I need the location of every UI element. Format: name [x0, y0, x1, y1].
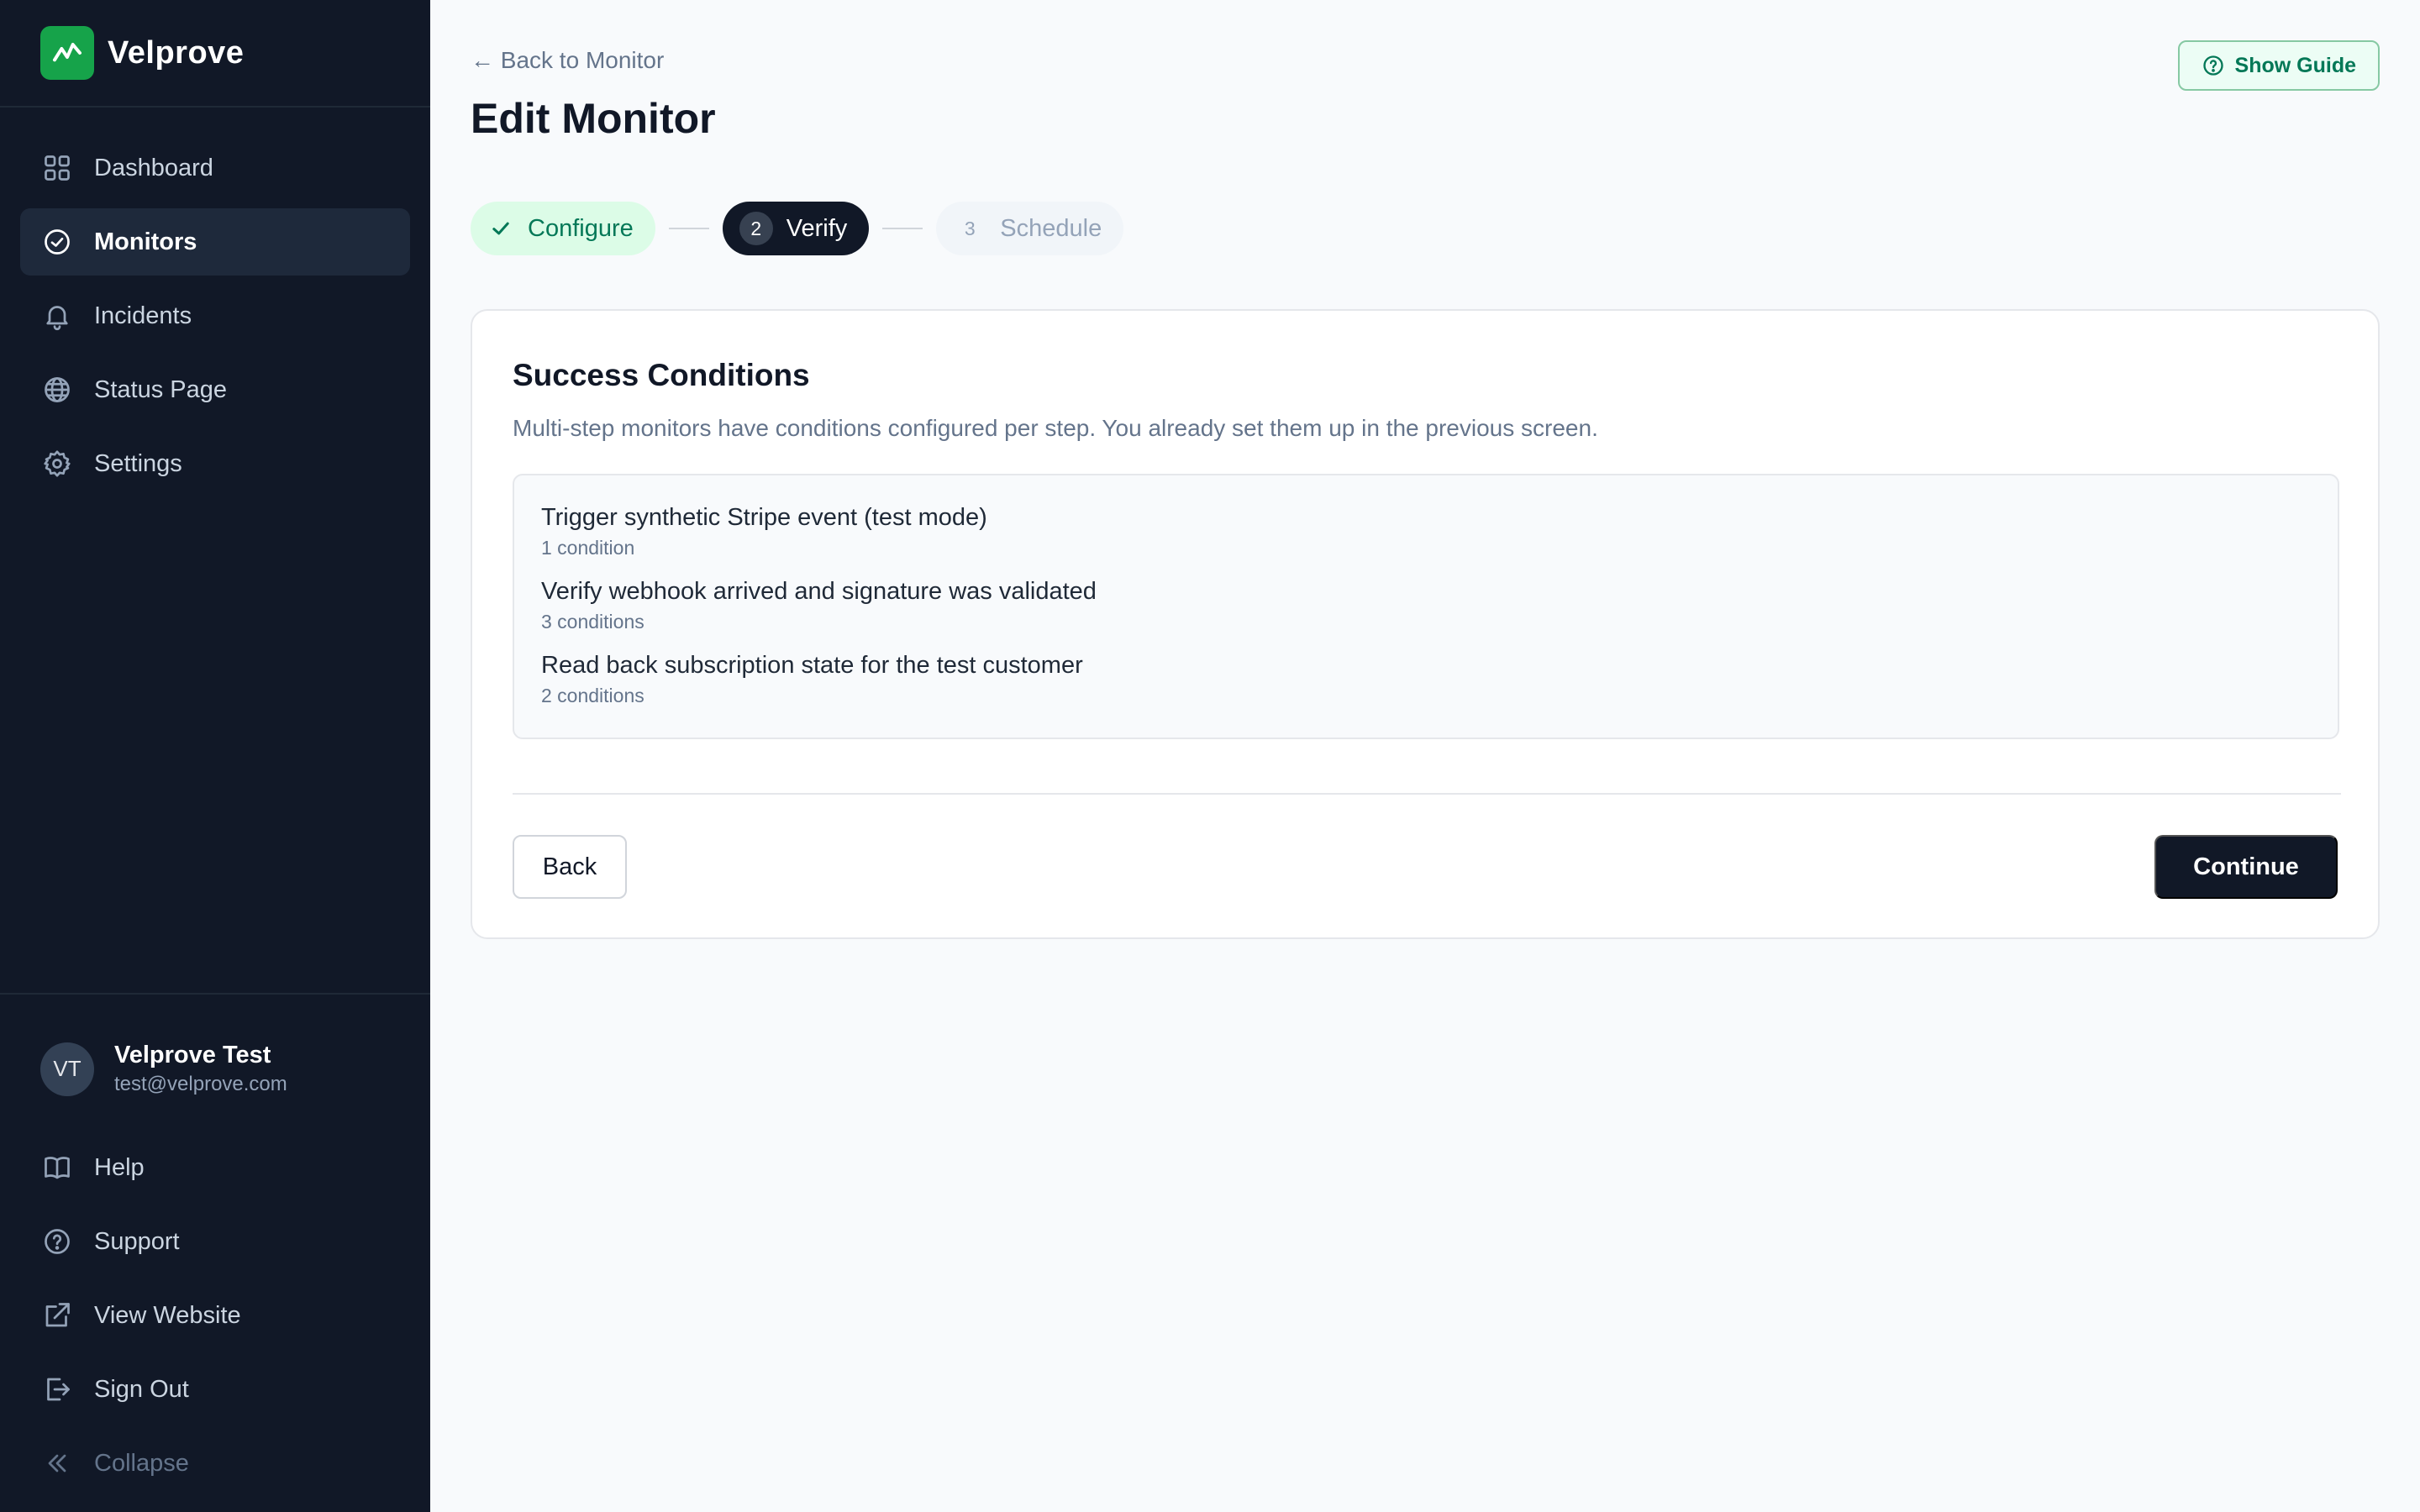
card-description: Multi-step monitors have conditions conf…: [513, 415, 1598, 441]
step-title: Verify webhook arrived and signature was…: [541, 578, 1097, 605]
sidebar-item-label: Status Page: [94, 375, 227, 403]
gear-icon: [40, 447, 74, 480]
success-conditions-card: Success Conditions Multi-step monitors h…: [471, 309, 2380, 939]
user-email: test@velprove.com: [114, 1073, 287, 1095]
sidebar-item-help[interactable]: Help: [20, 1134, 410, 1201]
pulse-icon: [40, 26, 94, 80]
page-title: Edit Monitor: [471, 95, 716, 142]
show-guide-button[interactable]: Show Guide: [2177, 40, 2380, 91]
sidebar-item-label: Monitors: [94, 228, 197, 255]
sidebar-item-label: Settings: [94, 449, 182, 477]
divider: [513, 793, 2341, 795]
list-item: Verify webhook arrived and signature was…: [541, 578, 1097, 633]
sidebar-item-label: Collapse: [94, 1449, 189, 1477]
globe-icon: [40, 373, 74, 407]
step-label: Verify: [786, 214, 848, 242]
main-content: ← Back to Monitor Edit Monitor Show Guid…: [430, 0, 2420, 1512]
brand-header[interactable]: Velprove: [0, 0, 430, 108]
sidebar-nav: Dashboard Monitors Incidents Status Page…: [20, 134, 410, 504]
condition-count: 2 conditions: [541, 685, 644, 706]
sidebar-item-label: Sign Out: [94, 1375, 189, 1403]
list-item: Trigger synthetic Stripe event (test mod…: [541, 504, 987, 559]
user-name: Velprove Test: [114, 1042, 271, 1068]
sign-out-icon: [40, 1373, 74, 1406]
sidebar-item-sign-out[interactable]: Sign Out: [20, 1356, 410, 1423]
sidebar-item-status-page[interactable]: Status Page: [20, 356, 410, 423]
list-item: Read back subscription state for the tes…: [541, 652, 1083, 707]
bell-icon: [40, 299, 74, 333]
brand-name: Velprove: [108, 34, 245, 71]
continue-button[interactable]: Continue: [2154, 835, 2338, 899]
back-to-monitor-link[interactable]: ← Back to Monitor: [471, 47, 664, 74]
book-icon: [40, 1151, 74, 1184]
step-connector: [882, 228, 923, 229]
back-button[interactable]: Back: [513, 835, 627, 899]
sidebar-item-label: Support: [94, 1227, 180, 1255]
show-guide-label: Show Guide: [2234, 53, 2356, 77]
step-schedule: 3 Schedule: [936, 202, 1124, 255]
step-title: Read back subscription state for the tes…: [541, 652, 1083, 679]
chevrons-left-icon: [40, 1446, 74, 1480]
sidebar-item-label: Incidents: [94, 302, 192, 329]
help-circle-icon: [40, 1225, 74, 1258]
condition-count: 3 conditions: [541, 611, 644, 633]
grid-icon: [40, 151, 74, 185]
sidebar-item-label: Dashboard: [94, 154, 213, 181]
step-configure[interactable]: Configure: [471, 202, 655, 255]
card-title: Success Conditions: [513, 358, 810, 392]
step-connector: [668, 228, 709, 229]
sidebar-bottom-nav: Help Support View Website Sign Out Colla…: [20, 1134, 410, 1504]
external-link-icon: [40, 1299, 74, 1332]
help-circle-icon: [2202, 54, 2225, 77]
sidebar-item-monitors[interactable]: Monitors: [20, 208, 410, 276]
sidebar-item-label: View Website: [94, 1301, 241, 1329]
sidebar-item-settings[interactable]: Settings: [20, 430, 410, 497]
step-number: 3: [964, 217, 976, 239]
avatar: VT: [40, 1042, 94, 1096]
check-icon: [489, 217, 513, 240]
step-conditions-list: Trigger synthetic Stripe event (test mod…: [513, 474, 2339, 739]
step-title: Trigger synthetic Stripe event (test mod…: [541, 504, 987, 531]
condition-count: 1 condition: [541, 537, 635, 559]
sidebar-item-support[interactable]: Support: [20, 1208, 410, 1275]
sidebar-item-view-website[interactable]: View Website: [20, 1282, 410, 1349]
sidebar-item-collapse[interactable]: Collapse: [20, 1430, 410, 1497]
sidebar: Velprove Dashboard Monitors Incidents St…: [0, 0, 430, 1512]
sidebar-item-label: Help: [94, 1153, 145, 1181]
user-profile[interactable]: VT Velprove Test test@velprove.com: [40, 1042, 287, 1096]
step-label: Schedule: [1000, 214, 1102, 242]
step-number: 2: [739, 212, 773, 245]
sidebar-footer: VT Velprove Test test@velprove.com Help …: [0, 993, 430, 1512]
sidebar-item-dashboard[interactable]: Dashboard: [20, 134, 410, 202]
step-label: Configure: [528, 214, 634, 242]
check-circle-icon: [40, 225, 74, 259]
sidebar-item-incidents[interactable]: Incidents: [20, 282, 410, 349]
step-verify[interactable]: 2 Verify: [722, 202, 870, 255]
wizard-stepper: Configure 2 Verify 3 Schedule: [471, 202, 1124, 255]
